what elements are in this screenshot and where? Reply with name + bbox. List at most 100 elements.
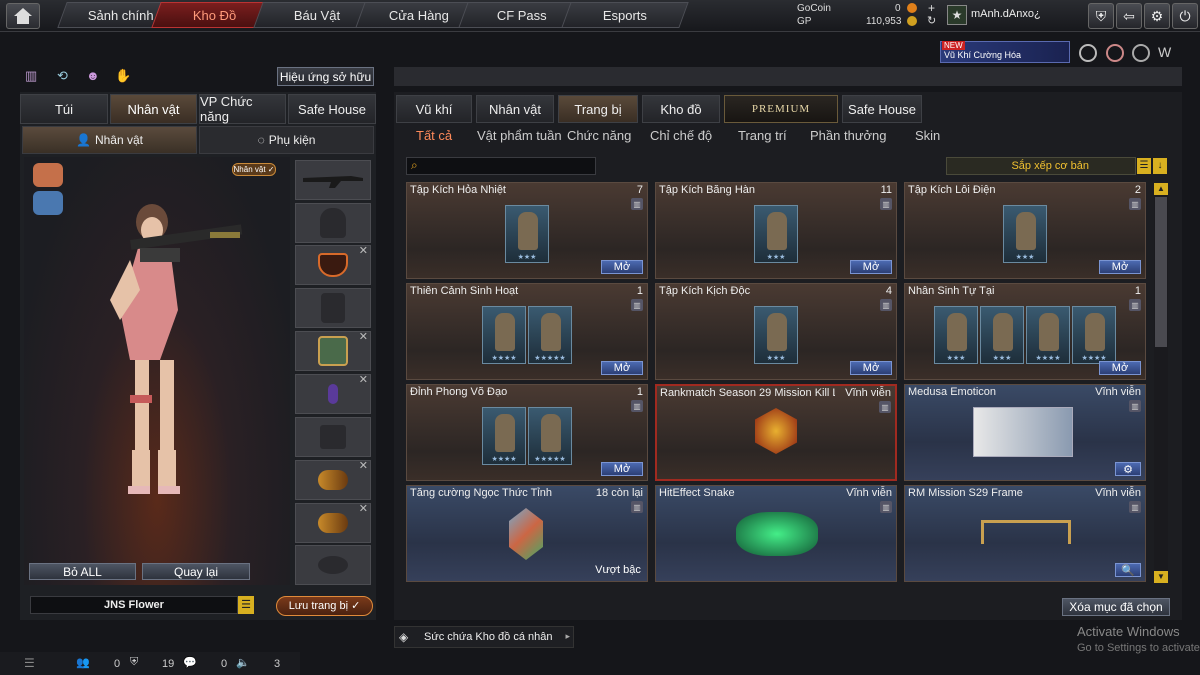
- remove-effect-2-icon[interactable]: ✕: [359, 502, 368, 515]
- trash-icon[interactable]: ▥: [880, 198, 892, 210]
- home-button[interactable]: [6, 3, 40, 29]
- power-icon[interactable]: ⏻: [1172, 3, 1198, 29]
- sort-menu-icon[interactable]: ☰: [1137, 158, 1151, 174]
- settings-icon[interactable]: ⚙: [1115, 462, 1141, 476]
- slot-weapon[interactable]: [295, 160, 371, 200]
- item-card[interactable]: RM Mission S29 Frame Vĩnh viễn ▥ 🔍: [904, 485, 1146, 582]
- item-card[interactable]: Thiên Cảnh Sinh Hoạt 1 ▥ ★★★★ ★★★★★ Mở: [406, 283, 648, 380]
- item-card[interactable]: HitEffect Snake Vĩnh viễn ▥: [655, 485, 897, 582]
- trash-icon[interactable]: ▥: [631, 198, 643, 210]
- subtab-character[interactable]: 👤 Nhân vật: [22, 126, 197, 154]
- remove-mask-icon[interactable]: ✕: [359, 244, 368, 257]
- trash-icon[interactable]: ▥: [1129, 198, 1141, 210]
- right-tab-weapons[interactable]: Vũ khí: [396, 95, 472, 123]
- rotate-icon[interactable]: ⟲: [57, 68, 73, 84]
- shield-icon[interactable]: ⛨: [1088, 3, 1114, 29]
- open-button[interactable]: Mở: [601, 361, 643, 375]
- save-loadout-button[interactable]: Lưu trang bị ✓: [276, 596, 373, 616]
- right-tab-storage[interactable]: Kho đồ: [642, 95, 720, 123]
- storage-capacity-bar[interactable]: ◈ Sức chứa Kho đồ cá nhân ▸: [394, 626, 574, 648]
- trash-icon[interactable]: ▥: [631, 501, 643, 513]
- left-tab-bag[interactable]: Túi: [20, 94, 108, 124]
- back-button[interactable]: Quay lại: [142, 563, 250, 580]
- trash-icon[interactable]: ▥: [1129, 501, 1141, 513]
- trash-icon[interactable]: ▥: [1129, 400, 1141, 412]
- left-tab-functional[interactable]: VP Chức năng: [199, 94, 286, 124]
- trash-icon[interactable]: ▥: [1129, 299, 1141, 311]
- trash-icon[interactable]: ▥: [631, 299, 643, 311]
- exit-icon[interactable]: ⇦: [1116, 3, 1142, 29]
- item-card[interactable]: Tăng cường Ngọc Thức Tỉnh 18 còn lại ▥ Vượt…: [406, 485, 648, 582]
- sort-direction-icon[interactable]: ↓: [1153, 158, 1167, 174]
- mission-icon[interactable]: [1079, 44, 1097, 62]
- faction-icon[interactable]: [33, 163, 63, 187]
- trash-icon[interactable]: ▥: [880, 299, 892, 311]
- username[interactable]: mAnh.dAnxo¿: [971, 8, 1041, 20]
- right-tab-characters[interactable]: Nhân vật: [476, 95, 554, 123]
- hand-icon[interactable]: ✋: [115, 68, 131, 84]
- item-card[interactable]: Tập Kích Kịch Độc 4 ▥ ★★★ Mở: [655, 283, 897, 380]
- upgrade-button[interactable]: Vượt bậc: [593, 563, 643, 577]
- open-button[interactable]: Mở: [850, 361, 892, 375]
- menu-icon[interactable]: ☰: [238, 596, 254, 614]
- list-icon[interactable]: ☰: [24, 656, 35, 670]
- faction-alt-icon[interactable]: [33, 191, 63, 215]
- scroll-up-icon[interactable]: ▲: [1154, 183, 1168, 195]
- slot-charm[interactable]: ✕: [295, 374, 371, 414]
- slot-backpack[interactable]: ✕: [295, 331, 371, 371]
- tab-esports[interactable]: Esports: [561, 2, 689, 28]
- subtab-accessory[interactable]: ◌ Phụ kiện: [199, 126, 374, 154]
- remove-all-button[interactable]: Bỏ ALL: [29, 563, 136, 580]
- character-name-field[interactable]: JNS Flower: [30, 596, 238, 614]
- owned-effects-button[interactable]: Hiệu ứng sở hữu: [277, 67, 374, 86]
- slot-vest[interactable]: [295, 288, 371, 328]
- scroll-down-icon[interactable]: ▼: [1154, 571, 1168, 583]
- slot-spray[interactable]: [295, 545, 371, 585]
- promo-banner[interactable]: NEW Vũ Khí Cường Hóa: [940, 41, 1070, 63]
- remove-charm-icon[interactable]: ✕: [359, 373, 368, 386]
- search-input[interactable]: ⌕: [406, 157, 596, 175]
- expand-icon[interactable]: ▸: [565, 631, 570, 642]
- clan-icon[interactable]: [1106, 44, 1124, 62]
- category-decor[interactable]: Trang trí: [738, 128, 787, 143]
- item-card[interactable]: Đỉnh Phong Võ Đạo 1 ▥ ★★★★ ★★★★★ Mở: [406, 384, 648, 481]
- stats-icon[interactable]: ▥: [25, 68, 41, 84]
- refresh-icon[interactable]: ↻: [927, 14, 936, 27]
- slot-effect-1[interactable]: ✕: [295, 460, 371, 500]
- event-icon[interactable]: [1132, 44, 1150, 62]
- open-button[interactable]: Mở: [1099, 361, 1141, 375]
- open-button[interactable]: Mở: [601, 260, 643, 274]
- open-button[interactable]: Mở: [850, 260, 892, 274]
- trash-icon[interactable]: ▥: [880, 501, 892, 513]
- left-tab-character[interactable]: Nhân vật: [110, 94, 197, 124]
- gear-icon[interactable]: ⚙: [1144, 3, 1170, 29]
- category-skin[interactable]: Skin: [915, 128, 940, 143]
- delete-selected-button[interactable]: Xóa mục đã chọn: [1062, 598, 1170, 616]
- item-card[interactable]: Medusa Emoticon Vĩnh viễn ▥ ⚙: [904, 384, 1146, 481]
- category-functional[interactable]: Chức năng: [567, 128, 631, 143]
- vip-icon[interactable]: W: [1158, 44, 1178, 62]
- right-tab-equipment[interactable]: Trang bị: [558, 95, 638, 123]
- category-all[interactable]: Tất cả: [416, 128, 452, 143]
- remove-effect-1-icon[interactable]: ✕: [359, 459, 368, 472]
- add-gocoin-icon[interactable]: +: [928, 1, 935, 15]
- trash-icon[interactable]: ▥: [879, 401, 891, 413]
- pose-icon[interactable]: ☻: [86, 68, 102, 84]
- item-card[interactable]: Tập Kích Hỏa Nhiệt 7 ▥ ★★★ Mở: [406, 182, 648, 279]
- category-mode[interactable]: Chỉ chế độ: [650, 128, 712, 143]
- category-rewards[interactable]: Phần thưởng: [810, 128, 887, 143]
- category-weekly[interactable]: Vật phẩm tuần: [477, 128, 562, 143]
- preview-icon[interactable]: 🔍: [1115, 563, 1141, 577]
- scrollbar[interactable]: ▲ ▼: [1154, 183, 1168, 583]
- slot-head[interactable]: [295, 203, 371, 243]
- item-card[interactable]: Tập Kích Băng Hàn 11 ▥ ★★★ Mở: [655, 182, 897, 279]
- slot-effect-2[interactable]: ✕: [295, 503, 371, 543]
- item-card[interactable]: Tập Kích Lôi Điện 2 ▥ ★★★ Mở: [904, 182, 1146, 279]
- open-button[interactable]: Mở: [601, 462, 643, 476]
- item-card[interactable]: Rankmatch Season 29 Mission Kill L Vĩnh v…: [655, 384, 897, 481]
- scroll-thumb[interactable]: [1155, 197, 1167, 347]
- left-tab-safe-house[interactable]: Safe House: [288, 94, 376, 124]
- sort-dropdown[interactable]: Sắp xếp cơ bản: [946, 157, 1136, 175]
- slot-mask[interactable]: ✕: [295, 245, 371, 285]
- trash-icon[interactable]: ▥: [631, 400, 643, 412]
